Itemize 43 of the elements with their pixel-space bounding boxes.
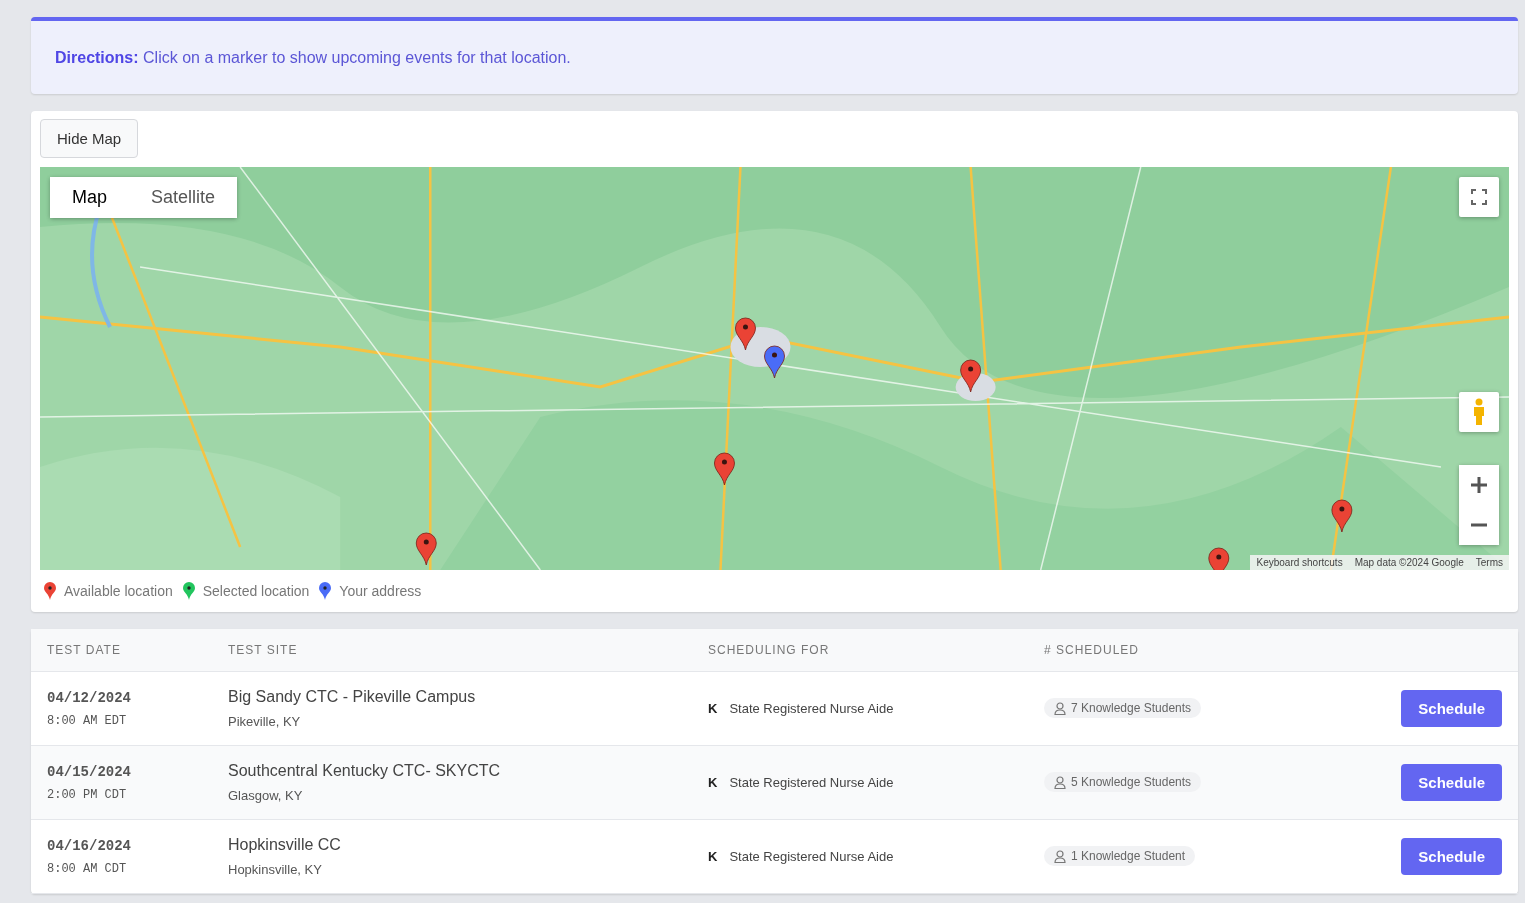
schedule-button[interactable]: Schedule xyxy=(1401,764,1502,801)
attribution-link[interactable]: Terms xyxy=(1469,555,1509,570)
attribution-link[interactable]: Map data ©2024 Google xyxy=(1348,555,1470,570)
directions-text: Directions: Click on a marker to show upcoming events for that location. xyxy=(55,49,571,66)
test-date: 04/15/2024 xyxy=(47,763,132,780)
test-date: 04/16/2024 xyxy=(47,837,132,854)
site-city: Pikeville, KY xyxy=(228,714,302,729)
program-name: State Registered Nurse Aide xyxy=(729,849,894,864)
test-site: Southcentral Kentucky CTC- SKYCTC xyxy=(228,762,502,780)
site-city: Glasgow, KY xyxy=(228,788,304,803)
hide-map-button[interactable]: Hide Map xyxy=(40,119,139,158)
test-site: Hopkinsville CC xyxy=(228,836,342,854)
map-type-tab[interactable]: Map xyxy=(50,177,129,218)
scheduled-count: 1 Knowledge Student xyxy=(1071,849,1186,864)
column-header: TEST DATE xyxy=(47,643,122,657)
zoom-in-icon[interactable] xyxy=(1459,465,1499,505)
type-letter: K xyxy=(708,701,718,716)
legend-label: Available location xyxy=(64,583,173,599)
program-name: State Registered Nurse Aide xyxy=(729,775,894,790)
column-header: TEST SITE xyxy=(228,643,299,657)
attribution-link[interactable]: Keyboard shortcuts xyxy=(1250,555,1349,570)
fullscreen-icon[interactable] xyxy=(1459,177,1499,217)
test-date: 04/12/2024 xyxy=(47,689,132,706)
legend-label: Your address xyxy=(339,583,422,599)
test-time: 8:00 AM EDT xyxy=(47,713,128,728)
type-letter: K xyxy=(708,849,718,864)
site-city: Hopkinsville, KY xyxy=(228,862,323,877)
column-header: SCHEDULING FOR xyxy=(708,643,831,657)
test-site: Big Sandy CTC - Pikeville Campus xyxy=(228,688,477,706)
test-time: 8:00 AM CDT xyxy=(47,861,128,876)
scheduled-count: 7 Knowledge Students xyxy=(1071,701,1192,716)
test-time: 2:00 PM CDT xyxy=(47,787,128,802)
schedule-button[interactable]: Schedule xyxy=(1401,690,1502,727)
person-icon xyxy=(1054,775,1066,789)
map-type-tab[interactable]: Satellite xyxy=(129,177,238,218)
person-icon xyxy=(1054,701,1066,715)
schedule-button[interactable]: Schedule xyxy=(1401,838,1502,875)
scheduled-count: 5 Knowledge Students xyxy=(1071,775,1192,790)
type-letter: K xyxy=(708,775,718,790)
person-icon xyxy=(1054,849,1066,863)
column-header: # SCHEDULED xyxy=(1044,643,1141,657)
legend-label: Selected location xyxy=(202,583,310,599)
program-name: State Registered Nurse Aide xyxy=(729,701,894,716)
